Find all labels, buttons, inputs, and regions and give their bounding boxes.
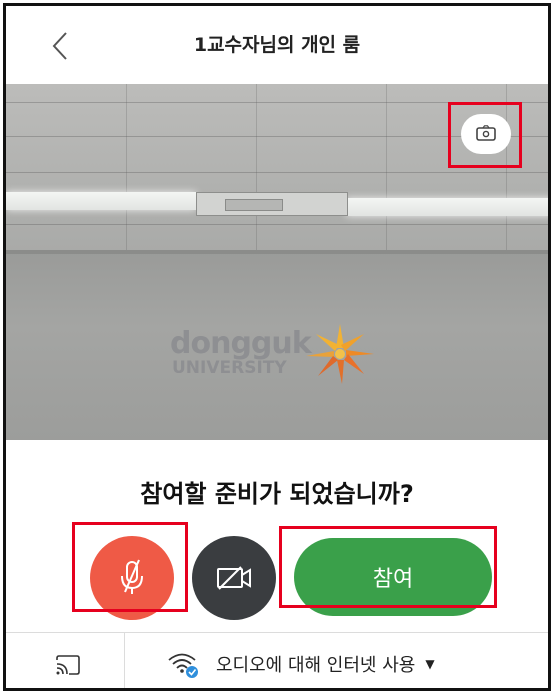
- wifi-icon: [168, 653, 198, 678]
- ceiling-fixture: [196, 192, 348, 216]
- cast-button[interactable]: [50, 650, 86, 680]
- meeting-join-screen: 1교수자님의 개인 룸 dongguk UNIVERSITY 참여할 준비가 되…: [3, 3, 551, 691]
- wall-logo-sub: UNIVERSITY: [172, 358, 287, 378]
- ready-question: 참여할 준비가 되었습니까?: [140, 480, 414, 508]
- cast-icon: [56, 655, 80, 675]
- wall-logo: dongguk UNIVERSITY: [170, 320, 400, 390]
- camera-preview: dongguk UNIVERSITY: [6, 84, 548, 440]
- footer-separator: [124, 632, 125, 688]
- highlight-box: [448, 102, 522, 168]
- header: 1교수자님의 개인 룸: [6, 6, 548, 84]
- video-toggle-button[interactable]: [192, 536, 276, 620]
- audio-source-label: 오디오에 대해 인터넷 사용: [216, 655, 416, 676]
- audio-source-selector[interactable]: 오디오에 대해 인터넷 사용 ▼: [166, 646, 435, 682]
- ceiling-light: [346, 198, 548, 216]
- highlight-box: [72, 522, 188, 612]
- caret-down-icon: ▼: [425, 657, 435, 671]
- ceiling-light: [6, 192, 196, 210]
- wall-logo-name: dongguk: [170, 326, 312, 361]
- footer-divider: [6, 632, 548, 633]
- highlight-box: [279, 526, 497, 608]
- sun-logo-icon: [306, 324, 374, 384]
- video-off-icon: [217, 566, 251, 590]
- page-title: 1교수자님의 개인 룸: [193, 34, 361, 56]
